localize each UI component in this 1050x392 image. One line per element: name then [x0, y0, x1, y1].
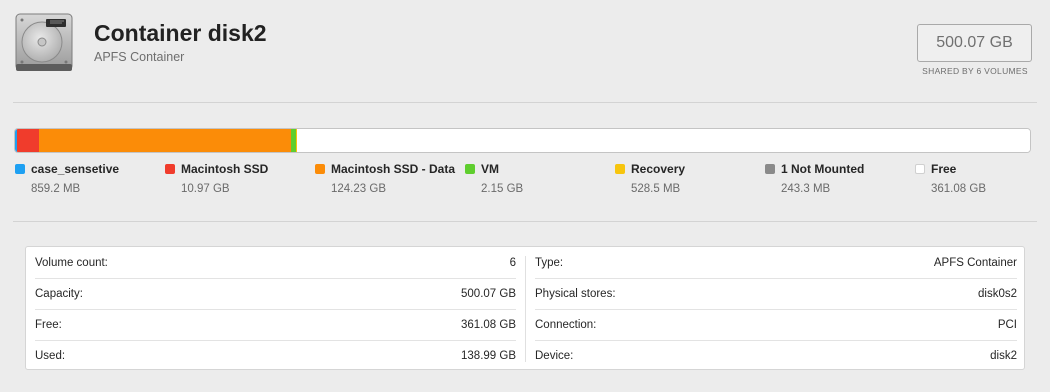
info-row: Type: APFS Container	[535, 247, 1017, 278]
info-row: Capacity: 500.07 GB	[35, 278, 516, 309]
info-row: Volume count: 6	[35, 247, 516, 278]
info-label: Capacity:	[35, 288, 83, 300]
legend-volume-name: Recovery	[631, 162, 686, 176]
legend-item: VM 2.15 GB	[465, 162, 615, 202]
legend-item: Macintosh SSD 10.97 GB	[165, 162, 315, 202]
shared-by-volumes-label: SHARED BY 6 VOLUMES	[922, 66, 1028, 76]
info-label: Connection:	[535, 319, 597, 331]
legend-swatch	[615, 164, 625, 174]
legend-divider	[13, 221, 1037, 222]
info-value: 138.99 GB	[461, 350, 516, 362]
legend-swatch	[165, 164, 175, 174]
legend-volume-name: VM	[481, 162, 499, 176]
legend-swatch	[765, 164, 775, 174]
info-value: PCI	[997, 319, 1017, 331]
info-label: Device:	[535, 350, 574, 362]
container-title: Container disk2	[94, 20, 267, 46]
legend-item: case_sensetive 859.2 MB	[15, 162, 165, 202]
capacity-badge: 500.07 GB	[917, 24, 1032, 62]
info-label: Free:	[35, 319, 62, 331]
legend-volume-name: Macintosh SSD	[181, 162, 269, 176]
info-value: disk2	[990, 350, 1017, 362]
info-value: APFS Container	[933, 257, 1017, 269]
info-row: Connection: PCI	[535, 309, 1017, 340]
info-value: 6	[509, 257, 516, 269]
usage-segment-macintosh-ssd	[16, 129, 39, 152]
info-value: disk0s2	[978, 288, 1017, 300]
info-column-left: Volume count: 6 Capacity: 500.07 GB Free: 361…	[26, 247, 525, 371]
container-header: Container disk2 APFS Container 500.07 GB…	[0, 0, 1050, 100]
legend-volume-name: Free	[931, 162, 957, 176]
info-value: 500.07 GB	[461, 288, 516, 300]
legend-item: 1 Not Mounted 243.3 MB	[765, 162, 915, 202]
legend-volume-size: 124.23 GB	[331, 183, 386, 195]
legend-volume-size: 243.3 MB	[781, 183, 831, 195]
info-row: Used: 138.99 GB	[35, 340, 516, 371]
info-label: Type:	[535, 257, 564, 269]
info-row: Free: 361.08 GB	[35, 309, 516, 340]
legend-volume-size: 859.2 MB	[31, 183, 81, 195]
header-divider	[13, 102, 1037, 103]
legend-swatch	[315, 164, 325, 174]
info-value: 361.08 GB	[461, 319, 516, 331]
container-subtitle: APFS Container	[94, 50, 185, 64]
legend-swatch	[915, 164, 925, 174]
legend-volume-name: 1 Not Mounted	[781, 162, 865, 176]
legend-item: Free 361.08 GB	[915, 162, 1050, 202]
info-label: Used:	[35, 350, 66, 362]
legend-item: Recovery 528.5 MB	[615, 162, 765, 202]
info-row: Physical stores: disk0s2	[535, 278, 1017, 309]
legend-volume-name: case_sensetive	[31, 162, 120, 176]
legend-volume-size: 2.15 GB	[481, 183, 524, 195]
legend-swatch	[465, 164, 475, 174]
legend-volume-size: 10.97 GB	[181, 183, 230, 195]
info-label: Physical stores:	[535, 288, 616, 300]
legend-volume-size: 528.5 MB	[631, 183, 681, 195]
info-row: Device: disk2	[535, 340, 1017, 371]
legend-swatch	[15, 164, 25, 174]
container-info-panel: Volume count: 6 Capacity: 500.07 GB Free: 361…	[25, 246, 1025, 370]
legend-item: Macintosh SSD - Data 124.23 GB	[315, 162, 465, 202]
usage-segment-free	[297, 129, 1030, 152]
storage-usage-bar	[14, 128, 1031, 153]
info-label: Volume count:	[35, 257, 108, 269]
legend-volume-size: 361.08 GB	[931, 183, 986, 195]
usage-segment-macintosh-ssd-data	[39, 129, 292, 152]
hard-drive-icon	[14, 12, 74, 74]
info-column-right: Type: APFS Container Physical stores: disk0…	[526, 247, 1026, 371]
legend-volume-name: Macintosh SSD - Data	[331, 162, 456, 176]
